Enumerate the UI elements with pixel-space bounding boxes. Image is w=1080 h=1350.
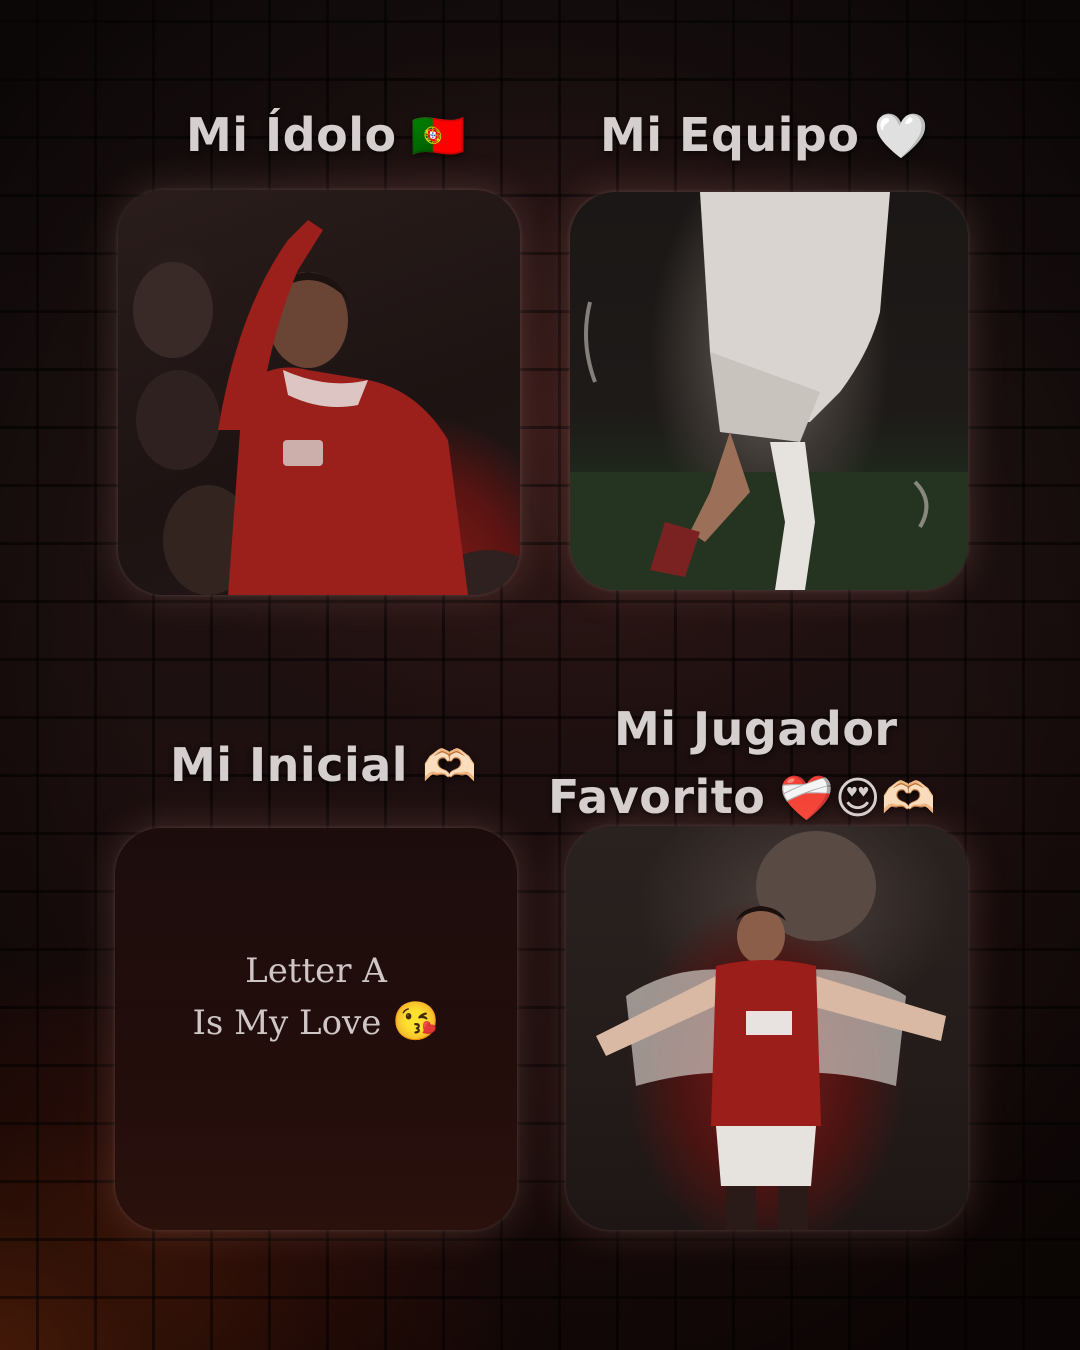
inicial-title: Mi Inicial (170, 738, 409, 792)
idolo-title: Mi Ídolo (186, 108, 397, 162)
inicial-card: Letter A Is My Love 😘 (115, 828, 517, 1230)
equipo-photo (570, 192, 968, 590)
player-red-kit-illustration (133, 220, 520, 595)
player-white-kit-illustration (570, 192, 968, 590)
favorito-label-line2: Favorito ❤️‍🩹😍🫶🏻 (548, 774, 936, 821)
favorito-title-line1: Mi Jugador (614, 702, 898, 756)
heart-bandage-heart-eyes-icon: ❤️‍🩹😍🫶🏻 (779, 773, 937, 824)
letter-message: Letter A Is My Love 😘 (115, 946, 517, 1048)
favorito-photo (566, 826, 968, 1230)
idolo-label: Mi Ídolo 🇵🇹 (186, 112, 466, 159)
letter-line-1: Letter A (245, 951, 387, 991)
inicial-label: Mi Inicial 🫶🏻 (170, 742, 477, 789)
white-heart-icon: 🤍 (873, 111, 929, 162)
equipo-label: Mi Equipo 🤍 (600, 112, 929, 159)
letter-line-2: Is My Love (192, 1003, 382, 1043)
player-arms-spread-illustration (596, 831, 946, 1230)
kiss-face-icon: 😘 (392, 999, 440, 1043)
favorito-title-line2: Favorito (548, 770, 766, 824)
idolo-photo (118, 190, 520, 595)
heart-hands-icon: 🫶🏻 (422, 741, 478, 792)
portugal-flag-icon: 🇵🇹 (410, 111, 466, 162)
equipo-title: Mi Equipo (600, 108, 860, 162)
favorito-label-line1: Mi Jugador (614, 706, 898, 752)
